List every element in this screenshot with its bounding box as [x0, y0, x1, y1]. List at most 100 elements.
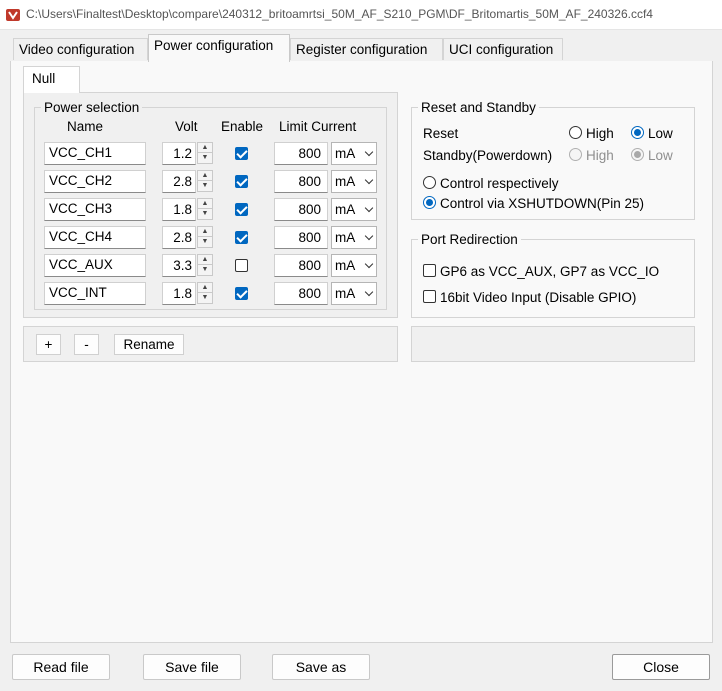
volt-field[interactable]: 1.8	[162, 282, 196, 305]
chevron-down-icon	[364, 231, 374, 241]
spinner-up-icon[interactable]: ▲	[198, 255, 212, 265]
tab-power-configuration[interactable]: Power configuration	[148, 34, 290, 62]
window-title: C:\Users\Finaltest\Desktop\compare\24031…	[26, 7, 653, 21]
enable-checkbox[interactable]	[235, 287, 248, 300]
volt-spinner[interactable]: ▲ ▼	[197, 170, 213, 192]
volt-field[interactable]: 2.8	[162, 226, 196, 249]
enable-checkbox[interactable]	[235, 203, 248, 216]
chevron-down-icon	[364, 203, 374, 213]
control-xshutdown-radio[interactable]	[423, 196, 436, 209]
standby-low-label: Low	[648, 148, 673, 163]
volt-field[interactable]: 2.8	[162, 170, 196, 193]
channel-name-field[interactable]: VCC_CH4	[44, 226, 146, 249]
spinner-down-icon[interactable]: ▼	[198, 237, 212, 247]
limit-current-field[interactable]: 800	[274, 170, 328, 193]
enable-checkbox[interactable]	[235, 231, 248, 244]
reset-high-label[interactable]: High	[586, 126, 614, 141]
spinner-down-icon[interactable]: ▼	[198, 153, 212, 163]
save-as-button[interactable]: Save as	[272, 654, 370, 680]
chevron-down-icon	[364, 287, 374, 297]
limit-current-field[interactable]: 800	[274, 198, 328, 221]
column-header-volt: Volt	[175, 119, 198, 134]
unit-select-value: mA	[335, 258, 356, 273]
limit-current-field[interactable]: 800	[274, 142, 328, 165]
remove-channel-button[interactable]: -	[74, 334, 99, 355]
spinner-up-icon[interactable]: ▲	[198, 283, 212, 293]
16bit-video-checkbox[interactable]	[423, 290, 436, 303]
app-icon	[6, 9, 20, 21]
reset-high-radio[interactable]	[569, 126, 582, 139]
volt-field[interactable]: 1.2	[162, 142, 196, 165]
control-respectively-label[interactable]: Control respectively	[440, 176, 559, 191]
tab-uci-configuration[interactable]: UCI configuration	[443, 38, 563, 60]
volt-spinner[interactable]: ▲ ▼	[197, 254, 213, 276]
volt-spinner[interactable]: ▲ ▼	[197, 198, 213, 220]
volt-field[interactable]: 3.3	[162, 254, 196, 277]
enable-checkbox[interactable]	[235, 147, 248, 160]
gp6-vcc-aux-label[interactable]: GP6 as VCC_AUX, GP7 as VCC_IO	[440, 264, 659, 279]
unit-select[interactable]: mA	[331, 142, 377, 165]
standby-high-label: High	[586, 148, 614, 163]
save-file-button[interactable]: Save file	[143, 654, 241, 680]
column-header-name: Name	[67, 119, 104, 134]
column-header-limit-current: Limit Current	[279, 119, 357, 134]
chevron-down-icon	[364, 175, 374, 185]
add-channel-button[interactable]: +	[36, 334, 61, 355]
spinner-up-icon[interactable]: ▲	[198, 143, 212, 153]
control-xshutdown-label[interactable]: Control via XSHUTDOWN(Pin 25)	[440, 196, 644, 211]
tab-null[interactable]: Null	[23, 66, 80, 93]
unit-select[interactable]: mA	[331, 282, 377, 305]
column-header-enable: Enable	[221, 119, 264, 134]
channel-name-field[interactable]: VCC_CH2	[44, 170, 146, 193]
unit-select-value: mA	[335, 230, 356, 245]
gp6-vcc-aux-checkbox[interactable]	[423, 264, 436, 277]
spinner-up-icon[interactable]: ▲	[198, 171, 212, 181]
limit-current-field[interactable]: 800	[274, 282, 328, 305]
chevron-down-icon	[364, 147, 374, 157]
volt-field[interactable]: 1.8	[162, 198, 196, 221]
empty-panel	[411, 326, 695, 362]
channel-name-field[interactable]: VCC_CH1	[44, 142, 146, 165]
unit-select-value: mA	[335, 286, 356, 301]
volt-spinner[interactable]: ▲ ▼	[197, 282, 213, 304]
unit-select[interactable]: mA	[331, 226, 377, 249]
chevron-down-icon	[364, 259, 374, 269]
unit-select[interactable]: mA	[331, 170, 377, 193]
spinner-down-icon[interactable]: ▼	[198, 209, 212, 219]
channel-name-field[interactable]: VCC_INT	[44, 282, 146, 305]
close-button[interactable]: Close	[612, 654, 710, 680]
standby-high-radio	[569, 148, 582, 161]
enable-checkbox[interactable]	[235, 259, 248, 272]
title-bar: C:\Users\Finaltest\Desktop\compare\24031…	[0, 0, 722, 30]
enable-checkbox[interactable]	[235, 175, 248, 188]
unit-select-value: mA	[335, 146, 356, 161]
volt-spinner[interactable]: ▲ ▼	[197, 142, 213, 164]
unit-select-value: mA	[335, 174, 356, 189]
standby-low-radio	[631, 148, 644, 161]
power-selection-legend: Power selection	[41, 100, 143, 115]
reset-label: Reset	[423, 126, 459, 141]
spinner-down-icon[interactable]: ▼	[198, 293, 212, 303]
tab-video-configuration[interactable]: Video configuration	[13, 38, 148, 60]
limit-current-field[interactable]: 800	[274, 226, 328, 249]
unit-select[interactable]: mA	[331, 198, 377, 221]
volt-spinner[interactable]: ▲ ▼	[197, 226, 213, 248]
read-file-button[interactable]: Read file	[12, 654, 110, 680]
spinner-down-icon[interactable]: ▼	[198, 181, 212, 191]
spinner-up-icon[interactable]: ▲	[198, 199, 212, 209]
channel-name-field[interactable]: VCC_CH3	[44, 198, 146, 221]
tab-strip: Video configuration Power configuration …	[0, 30, 722, 62]
reset-low-label[interactable]: Low	[648, 126, 673, 141]
control-respectively-radio[interactable]	[423, 176, 436, 189]
limit-current-field[interactable]: 800	[274, 254, 328, 277]
reset-standby-legend: Reset and Standby	[418, 100, 539, 115]
spinner-down-icon[interactable]: ▼	[198, 265, 212, 275]
port-redirection-legend: Port Redirection	[418, 232, 521, 247]
rename-button[interactable]: Rename	[114, 334, 184, 355]
channel-name-field[interactable]: VCC_AUX	[44, 254, 146, 277]
spinner-up-icon[interactable]: ▲	[198, 227, 212, 237]
tab-register-configuration[interactable]: Register configuration	[290, 38, 443, 60]
16bit-video-label[interactable]: 16bit Video Input (Disable GPIO)	[440, 290, 636, 305]
reset-low-radio[interactable]	[631, 126, 644, 139]
unit-select[interactable]: mA	[331, 254, 377, 277]
